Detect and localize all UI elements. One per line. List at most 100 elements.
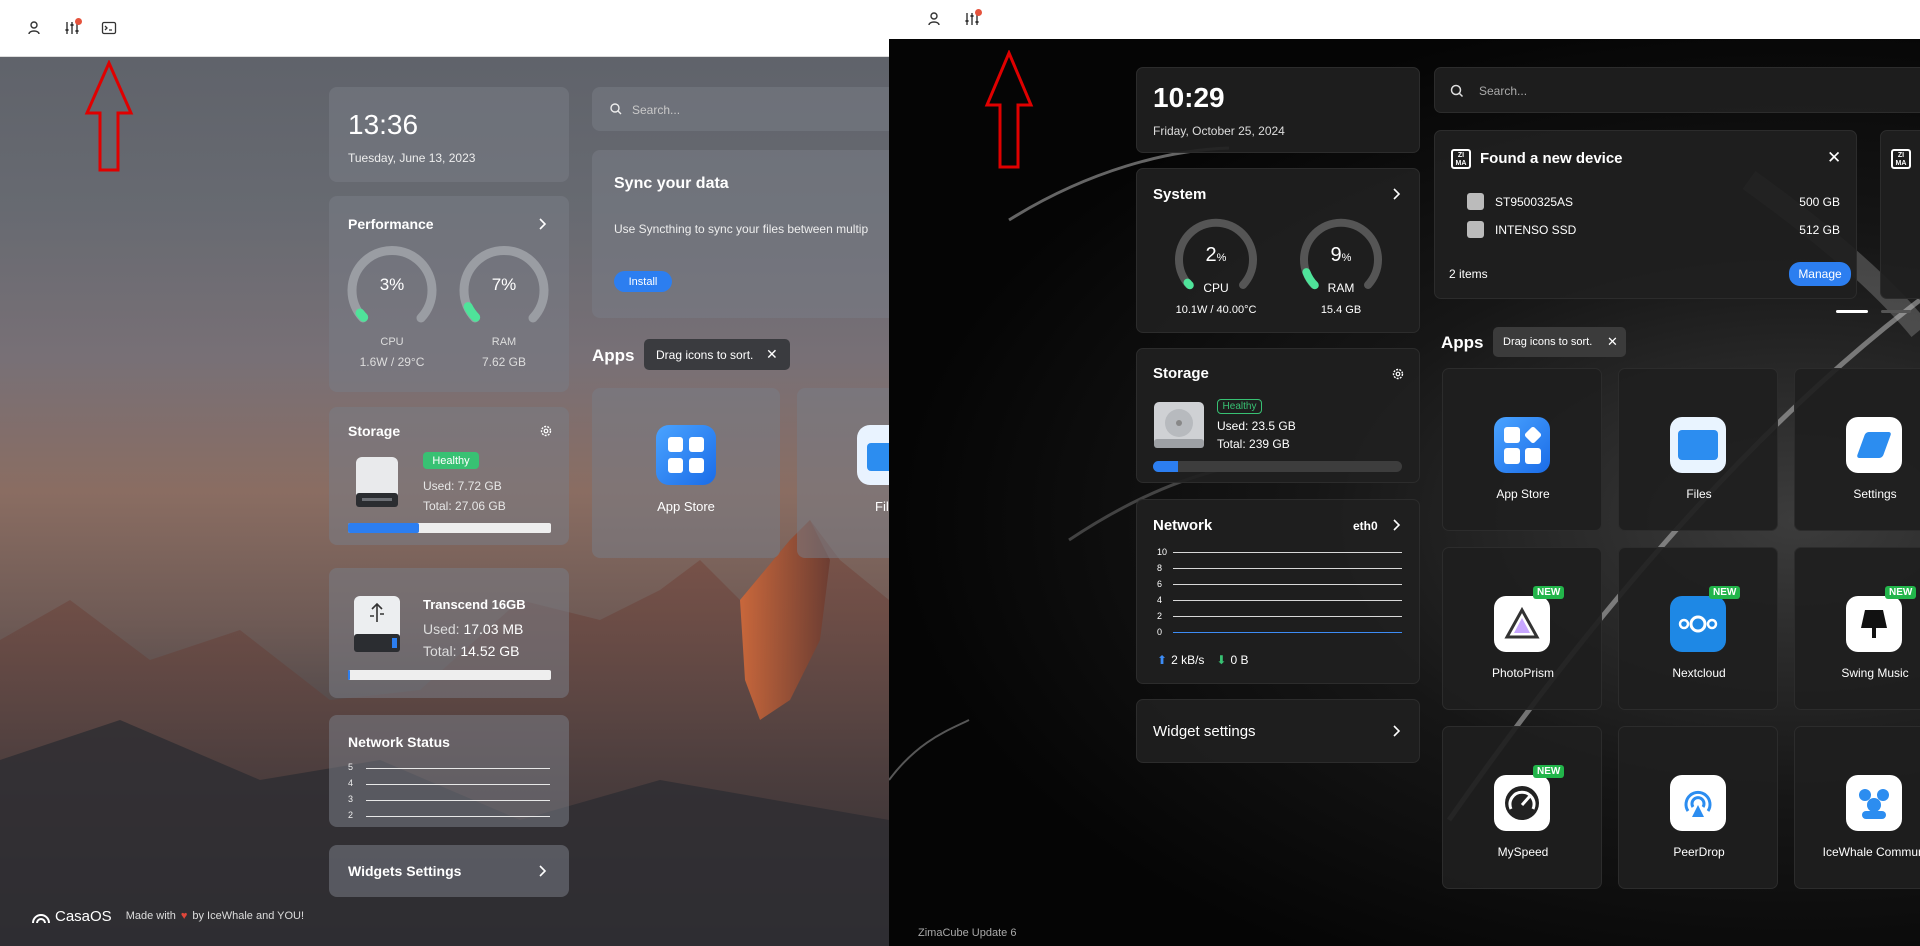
zimaos-screenshot: 10:29 Friday, October 25, 2024 System 2%… [889,0,1920,946]
network-tick-label: 2 [1157,611,1163,621]
widget-settings-label: Widget settings [1153,723,1256,740]
sliders-icon[interactable] [61,17,83,39]
chevron-right-icon[interactable] [1391,519,1403,531]
usb-used-label: Used: [423,621,464,637]
close-icon[interactable]: ✕ [766,346,778,363]
files-icon [857,425,889,485]
terminal-icon[interactable] [98,17,120,39]
app-tile[interactable]: MySpeed NEW [1442,726,1602,889]
widgets-settings-button[interactable]: Widgets Settings [329,845,569,897]
chevron-right-icon [1393,725,1401,737]
search-box[interactable]: Search... [592,87,889,131]
chevron-right-icon[interactable] [1391,188,1403,200]
notification-dot [75,18,82,25]
app-tile[interactable]: Swing Music NEW [1794,547,1920,710]
clock-widget: 13:36 Tuesday, June 13, 2023 [329,87,569,182]
gear-icon[interactable] [1391,367,1405,381]
performance-title: Performance [348,216,434,232]
network-tick-label: 6 [1157,579,1163,589]
network-tick-label: 0 [1157,627,1163,637]
storage-bar-fill [1153,461,1178,472]
cpu-label: CPU [380,336,404,348]
app-tile[interactable]: Files [1618,368,1778,531]
network-tick-label: 2 [348,810,354,820]
storage-used: Used: 7.72 GB [423,479,502,493]
icewhale-community-icon [1846,775,1902,831]
chevron-right-icon[interactable] [537,218,549,230]
app-label: Fil [875,499,889,514]
system-widget: System 2% CPU 10.1W / 40.00°C 9% RAM 15.… [1136,168,1420,333]
usb-total-label: Total: [423,643,461,659]
disk-icon [1467,221,1484,238]
performance-widget: Performance 3% CPU 1.6W / 29°C 7% RAM 7.… [329,196,569,392]
usb-bar [348,670,551,680]
network-status-widget: Network Status 5 4 3 2 [329,715,569,827]
files-icon [1670,417,1726,473]
app-label: PeerDrop [1673,845,1725,859]
widgets-settings-label: Widgets Settings [348,863,462,879]
red-up-arrow [84,60,134,172]
device-size: 500 GB [1799,195,1840,209]
storage-bar-fill [348,523,420,533]
chevron-right-icon [539,865,547,877]
cpu-value: 2 [1205,244,1217,266]
app-tile-files[interactable]: Fil [797,388,889,558]
disk-icon [356,457,398,507]
network-grid-line [366,800,550,801]
app-tile[interactable]: Nextcloud NEW [1618,547,1778,710]
storage-total: Total: 27.06 GB [423,499,506,513]
cpu-label: CPU [1203,281,1229,295]
zima-logo-icon: ZI MA [1891,149,1911,169]
user-settings-icon[interactable] [924,8,946,30]
network-grid-line [366,816,550,817]
close-icon[interactable]: ✕ [1607,334,1618,350]
app-label: Files [1686,487,1712,501]
device-count: 2 items [1449,267,1488,281]
casaos-screenshot: 13:36 Tuesday, June 13, 2023 Performance… [0,0,889,946]
device-size: 512 GB [1799,223,1840,237]
new-device-card: ZI MA Found a new device ✕ ST9500325AS 50… [1434,130,1857,299]
drag-tooltip-text: Drag icons to sort. [1503,336,1593,348]
search-placeholder: Search... [1479,84,1528,98]
download-arrow-icon: ⬇ [1216,653,1227,667]
next-device-card: ZI MA [1880,130,1920,299]
app-label: PhotoPrism [1491,666,1555,680]
app-tile[interactable]: PeerDrop [1618,726,1778,889]
search-box[interactable]: Search... [1434,67,1920,113]
manage-button[interactable]: Manage [1789,262,1851,286]
usb-bar-fill [348,670,351,680]
drag-tooltip-text: Drag icons to sort. [656,348,754,362]
interface-selector[interactable]: eth0 [1353,519,1378,533]
drag-tooltip: Drag icons to sort. ✕ [644,339,790,370]
top-toolbar [0,0,889,57]
app-tile[interactable]: PhotoPrism NEW [1442,547,1602,710]
ram-unit: % [1341,252,1352,264]
user-settings-icon[interactable] [24,17,46,39]
app-tile[interactable]: App Store [1442,368,1602,531]
search-icon [610,103,622,115]
carousel-dot-active[interactable] [1836,310,1868,313]
widget-settings-button[interactable]: Widget settings [1136,699,1420,763]
gear-icon[interactable] [539,424,553,438]
sliders-icon[interactable] [961,8,983,30]
app-tile[interactable]: Settings [1794,368,1920,531]
usb-widget: Transcend 16GB Used: 17.03 MB Total: 14.… [329,568,569,698]
app-tile[interactable]: IceWhale Communi [1794,726,1920,889]
close-icon[interactable]: ✕ [1827,148,1841,168]
clock-time: 10:29 [1153,82,1225,113]
upload-rate: 2 kB/s [1171,653,1205,667]
cpu-unit: % [1216,252,1227,264]
install-button[interactable]: Install [614,271,672,292]
hard-disk-icon [1154,402,1204,448]
casaos-logo-icon [32,914,50,924]
app-tile-appstore[interactable]: App Store [592,388,780,558]
clock-time: 13:36 [348,109,419,140]
network-tick-label: 10 [1157,547,1168,557]
carousel-dot[interactable] [1881,310,1911,313]
network-grid-line [1173,552,1402,553]
usb-used-row: Used: 17.03 MB [423,621,523,637]
usb-name: Transcend 16GB [423,597,526,612]
app-store-icon [656,425,716,485]
ram-label: RAM [491,336,517,348]
healthy-badge: Healthy [423,452,479,469]
